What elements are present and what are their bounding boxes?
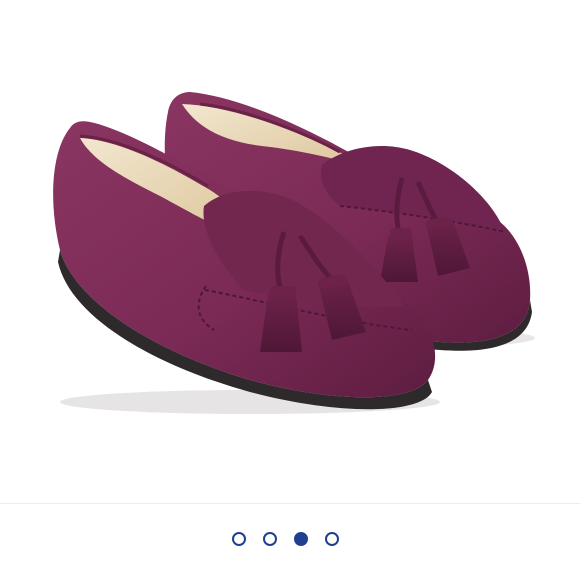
pagination-dot-1[interactable]: [232, 532, 246, 546]
pagination-dot-3[interactable]: [294, 532, 308, 546]
pagination-dot-2[interactable]: [263, 532, 277, 546]
product-photo[interactable]: [0, 0, 580, 503]
pagination-dot-4[interactable]: [325, 532, 339, 546]
pagination-dots: [232, 529, 339, 549]
image-gallery: [0, 0, 580, 580]
